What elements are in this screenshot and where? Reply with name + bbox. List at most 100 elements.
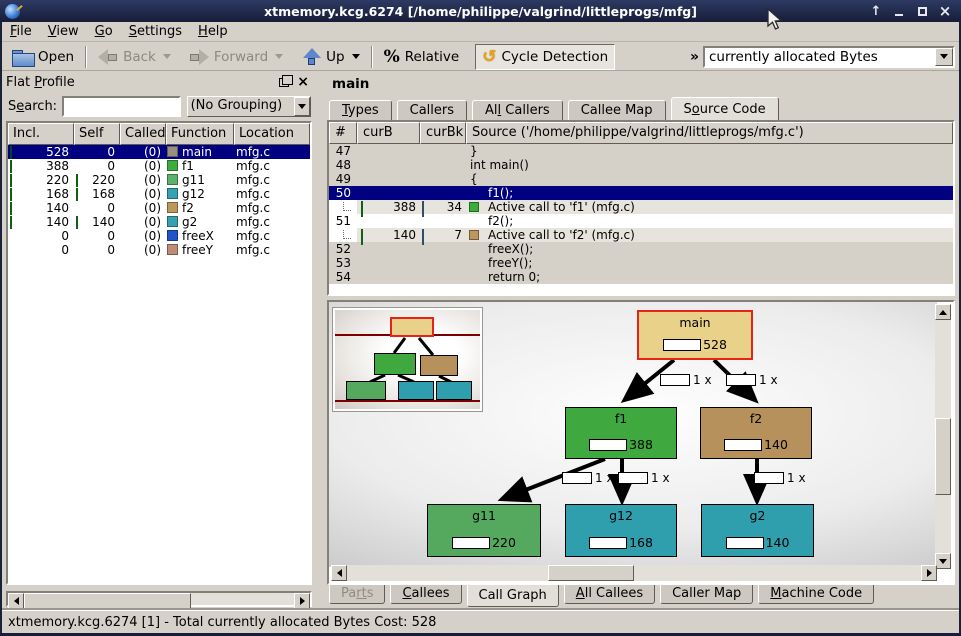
toolbar-overflow-chevron[interactable]: » bbox=[690, 49, 699, 65]
scroll-down-button[interactable] bbox=[935, 553, 951, 569]
up-label: Up bbox=[326, 49, 344, 65]
graph-vscrollbar[interactable] bbox=[935, 304, 951, 569]
graph-tabs: Parts Callees Call Graph All Callees Cal… bbox=[329, 585, 879, 608]
source-row[interactable]: 54 return 0; bbox=[329, 270, 953, 284]
tab-callee-map[interactable]: Callee Map bbox=[568, 100, 666, 120]
up-arrow-icon bbox=[303, 48, 321, 66]
graph-node-main[interactable]: main 528 bbox=[637, 310, 753, 360]
tab-callers[interactable]: Callers bbox=[397, 100, 467, 120]
column-header-incl[interactable]: Incl. bbox=[8, 123, 74, 145]
dock-close-icon[interactable]: × bbox=[297, 77, 309, 87]
scroll-left-button[interactable] bbox=[331, 565, 347, 581]
tab-all-callees[interactable]: All Callees bbox=[564, 585, 655, 604]
table-row-freeY[interactable]: 0 0 (0) freeY mfg.c bbox=[8, 243, 310, 257]
column-header-curbk[interactable]: curBk bbox=[420, 122, 466, 144]
column-header-function[interactable]: Function bbox=[166, 123, 234, 145]
cycle-detection-button[interactable]: ↺ Cycle Detection bbox=[475, 44, 615, 70]
menu-item-go[interactable]: Go bbox=[87, 22, 121, 41]
scrollbar-thumb[interactable] bbox=[24, 593, 191, 609]
open-button[interactable]: Open bbox=[6, 44, 80, 70]
overview-node-f2 bbox=[420, 355, 458, 376]
graph-hscrollbar[interactable] bbox=[331, 565, 937, 581]
function-color-icon bbox=[167, 230, 178, 241]
scrollbar-thumb[interactable] bbox=[548, 565, 634, 581]
table-row-g2[interactable]: 140 140 (0) g2 mfg.c bbox=[8, 215, 310, 229]
overview-node-g2 bbox=[436, 381, 472, 400]
menu-item-settings[interactable]: Settings bbox=[121, 22, 190, 41]
source-row[interactable]: 49 { bbox=[329, 172, 953, 186]
table-row-g11[interactable]: 220 220 (0) g11 mfg.c bbox=[8, 173, 310, 187]
scrollbar-thumb[interactable] bbox=[935, 418, 951, 495]
tab-types[interactable]: Types bbox=[329, 100, 392, 120]
tab-all-callers[interactable]: All Callers bbox=[472, 100, 563, 120]
graph-node-g12[interactable]: g12 168 bbox=[565, 504, 677, 557]
toolbar-separator bbox=[371, 46, 373, 68]
tab-call-graph[interactable]: Call Graph bbox=[467, 585, 559, 607]
close-button[interactable]: × bbox=[937, 3, 953, 19]
up-dropdown-icon[interactable] bbox=[352, 54, 360, 59]
maximize-button[interactable] bbox=[914, 3, 930, 19]
chevron-down-icon bbox=[940, 54, 948, 59]
call-info-row[interactable]: 140 7 Active call to 'f2' (mfg.c) bbox=[329, 228, 953, 242]
column-header-called[interactable]: Called bbox=[120, 123, 166, 145]
call-info-row[interactable]: 388 34 Active call to 'f1' (mfg.c) bbox=[329, 200, 953, 214]
tab-machine-code[interactable]: Machine Code bbox=[758, 585, 874, 604]
scroll-right-button[interactable] bbox=[294, 593, 310, 609]
back-button[interactable]: Back bbox=[92, 44, 177, 70]
graph-node-g11[interactable]: g11 220 bbox=[427, 504, 541, 557]
event-type-value: currently allocated Bytes bbox=[705, 48, 935, 66]
tab-source-code[interactable]: Source Code bbox=[671, 97, 779, 120]
column-header-source[interactable]: Source ('/home/philippe/valgrind/littlep… bbox=[466, 122, 953, 144]
table-row-f2[interactable]: 140 0 (0) f2 mfg.c bbox=[8, 201, 310, 215]
source-row[interactable]: 51 f2(); bbox=[329, 214, 953, 228]
scroll-right-button[interactable] bbox=[921, 565, 937, 581]
source-row[interactable]: 48 int main() bbox=[329, 158, 953, 172]
graph-overview-map[interactable] bbox=[333, 308, 482, 411]
table-row-freeX[interactable]: 0 0 (0) freeX mfg.c bbox=[8, 229, 310, 243]
event-type-combobox[interactable]: currently allocated Bytes bbox=[703, 46, 955, 68]
graph-node-f1[interactable]: f1 388 bbox=[565, 407, 677, 459]
forward-dropdown-icon[interactable] bbox=[275, 54, 283, 59]
column-header-self[interactable]: Self bbox=[74, 123, 120, 145]
tab-callees[interactable]: Callees bbox=[390, 585, 461, 604]
source-row-selected[interactable]: 50 f1(); bbox=[329, 186, 953, 200]
self-cost-bar bbox=[76, 188, 78, 201]
function-color-icon bbox=[167, 160, 178, 171]
source-row[interactable]: 53 freeY(); bbox=[329, 256, 953, 270]
minimize-button[interactable] bbox=[891, 3, 907, 19]
titlebar[interactable]: xtmemory.kcg.6274 [/home/philippe/valgri… bbox=[0, 0, 961, 22]
relative-button[interactable]: % Relative bbox=[378, 44, 466, 70]
scroll-left-button[interactable] bbox=[8, 593, 24, 609]
scroll-up-button[interactable] bbox=[935, 304, 951, 320]
up-button[interactable]: Up bbox=[297, 44, 365, 70]
menu-item-file[interactable]: File bbox=[2, 22, 40, 41]
graph-node-f2[interactable]: f2 140 bbox=[700, 407, 812, 459]
menu-item-help[interactable]: Help bbox=[190, 22, 236, 41]
column-header-location[interactable]: Location bbox=[234, 123, 310, 145]
window-shade-button[interactable]: ↑ bbox=[868, 3, 884, 19]
column-header-curb[interactable]: curB bbox=[357, 122, 420, 144]
column-header-line[interactable]: # bbox=[329, 122, 357, 144]
table-row-f1[interactable]: 388 0 (0) f1 mfg.c bbox=[8, 159, 310, 173]
source-row[interactable]: 52 freeX(); bbox=[329, 242, 953, 256]
call-graph-canvas[interactable]: main 528 f1 388 f2 140 g11 220 g12 168 g… bbox=[329, 302, 937, 567]
graph-node-g2[interactable]: g2 140 bbox=[701, 504, 814, 557]
grouping-dropdown-button[interactable] bbox=[294, 97, 310, 116]
tab-caller-map[interactable]: Caller Map bbox=[660, 585, 753, 604]
tab-parts[interactable]: Parts bbox=[329, 585, 385, 604]
search-input[interactable] bbox=[62, 96, 181, 117]
grouping-combobox[interactable]: (No Grouping) bbox=[187, 96, 311, 117]
source-row[interactable]: 47 } bbox=[329, 144, 953, 158]
source-tabs: Types Callers All Callers Callee Map Sou… bbox=[329, 97, 784, 120]
back-dropdown-icon[interactable] bbox=[163, 54, 171, 59]
table-row-g12[interactable]: 168 168 (0) g12 mfg.c bbox=[8, 187, 310, 201]
combo-dropdown-button[interactable] bbox=[935, 48, 953, 66]
status-text: xtmemory.kcg.6274 [1] - Total currently … bbox=[8, 615, 436, 630]
menu-item-view[interactable]: View bbox=[40, 22, 87, 41]
flat-profile-hscrollbar[interactable] bbox=[6, 591, 312, 607]
function-color-icon bbox=[167, 174, 178, 185]
table-row-main[interactable]: 528 0 (0) main mfg.c bbox=[8, 145, 310, 159]
dock-float-icon[interactable] bbox=[279, 78, 289, 87]
forward-button[interactable]: Forward bbox=[183, 44, 289, 70]
flat-profile-table: Incl. Self Called Function Location 528 … bbox=[6, 121, 312, 585]
